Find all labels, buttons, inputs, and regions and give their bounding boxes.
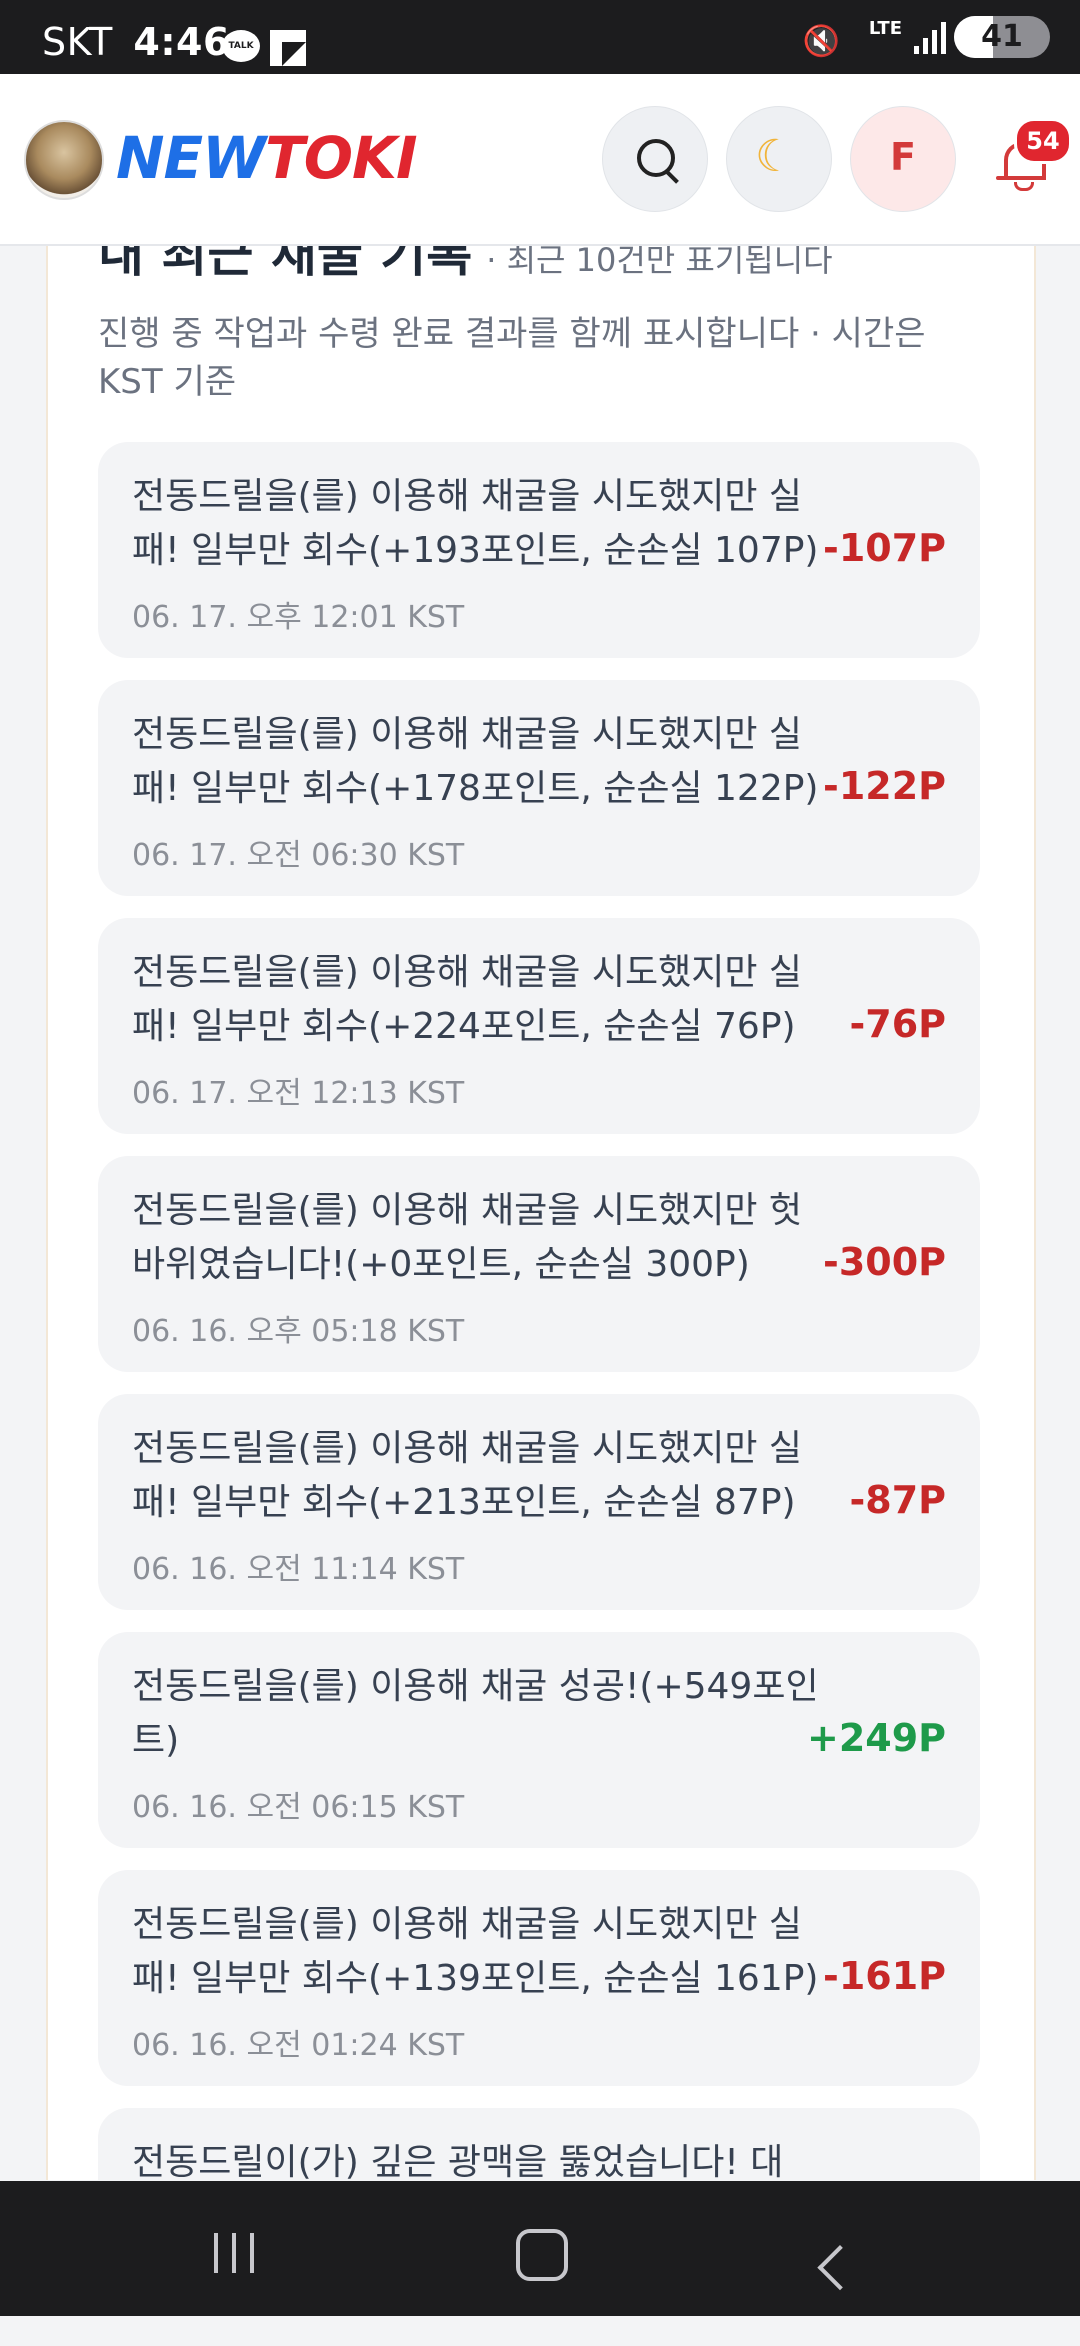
talk-icon: TALK (222, 30, 260, 62)
record-time: 06. 17. 오후 12:01 KST (132, 600, 465, 635)
record-time: 06. 16. 오전 06:15 KST (132, 1790, 465, 1825)
recent-apps-icon[interactable] (214, 2233, 258, 2273)
status-bar: SKT 4:46 TALK 🔇 LTE 41 (0, 0, 1080, 74)
record-item: 전동드릴을(를) 이용해 채굴을 시도했지만 실패! 일부만 회수(+178포인… (98, 680, 980, 896)
battery-icon: 41 (954, 16, 1050, 58)
carrier: SKT (42, 20, 113, 64)
record-message: 전동드릴을(를) 이용해 채굴을 시도했지만 실패! 일부만 회수(+213포인… (132, 1428, 803, 1523)
record-amount: -87P (849, 1478, 946, 1522)
record-amount: +249P (806, 1716, 946, 1760)
section-note: · 최근 10건만 표기됩니다 (486, 241, 833, 279)
record-message: 전동드릴을(를) 이용해 채굴 성공!(+549포인트) (132, 1666, 819, 1761)
site-logo[interactable]: NEWTOKI (116, 124, 418, 192)
logo-toki-text: TOKI (265, 124, 417, 192)
record-amount: -300P (823, 1240, 946, 1284)
dark-mode-button[interactable]: ☾ (726, 106, 832, 212)
user-initial: F (890, 135, 916, 179)
lte-icon: LTE (868, 18, 902, 39)
record-item: 전동드릴을(를) 이용해 채굴을 시도했지만 실패! 일부만 회수(+193포인… (98, 442, 980, 658)
battery-level: 41 (981, 19, 1023, 54)
search-icon (637, 139, 675, 177)
search-button[interactable] (602, 106, 708, 212)
record-message: 전동드릴을(를) 이용해 채굴을 시도했지만 헛바위였습니다!(+0포인트, 순… (132, 1190, 803, 1285)
record-item: 전동드릴을(를) 이용해 채굴을 시도했지만 헛바위였습니다!(+0포인트, 순… (98, 1156, 980, 1372)
record-item: 전동드릴을(를) 이용해 채굴을 시도했지만 실패! 일부만 회수(+224포인… (98, 918, 980, 1134)
record-amount: -76P (849, 1002, 946, 1046)
record-item: 전동드릴을(를) 이용해 채굴을 시도했지만 실패! 일부만 회수(+139포인… (98, 1870, 980, 2086)
record-amount: -122P (823, 764, 946, 808)
mute-icon: 🔇 (802, 24, 840, 59)
logo-new-text: NEW (116, 124, 266, 192)
record-time: 06. 17. 오전 06:30 KST (132, 838, 465, 873)
record-item: 전동드릴을(를) 이용해 채굴 성공!(+549포인트) 06. 16. 오전 … (98, 1632, 980, 1848)
moon-icon: ☾ (755, 131, 795, 182)
record-message: 전동드릴을(를) 이용해 채굴을 시도했지만 실패! 일부만 회수(+139포인… (132, 1904, 819, 1999)
signal-icon (914, 22, 950, 54)
record-message: 전동드릴을(를) 이용해 채굴을 시도했지만 실패! 일부만 회수(+193포인… (132, 476, 819, 571)
mining-record-list: 전동드릴을(를) 이용해 채굴을 시도했지만 실패! 일부만 회수(+193포인… (98, 442, 980, 2346)
notification-badge: 54 (1014, 118, 1072, 164)
home-icon[interactable] (516, 2229, 568, 2281)
clock: 4:46 (133, 20, 230, 64)
back-icon[interactable] (817, 2245, 863, 2291)
section-description: 진행 중 작업과 수령 완료 결과를 함께 표시합니다 · 시간은 KST 기준 (98, 314, 926, 402)
record-message: 전동드릴을(를) 이용해 채굴을 시도했지만 실패! 일부만 회수(+178포인… (132, 714, 819, 809)
record-time: 06. 16. 오전 11:14 KST (132, 1552, 465, 1587)
status-left: SKT 4:46 (42, 20, 230, 64)
record-amount: -161P (823, 1954, 946, 1998)
note-icon (270, 30, 306, 66)
record-amount: -107P (823, 526, 946, 570)
user-menu-button[interactable]: F (850, 106, 956, 212)
record-item: 전동드릴을(를) 이용해 채굴을 시도했지만 실패! 일부만 회수(+213포인… (98, 1394, 980, 1610)
record-time: 06. 17. 오전 12:13 KST (132, 1076, 465, 1111)
record-message: 전동드릴을(를) 이용해 채굴을 시도했지만 실패! 일부만 회수(+224포인… (132, 952, 803, 1047)
system-navigation-bar (0, 2181, 1080, 2316)
site-avatar[interactable] (24, 120, 104, 200)
record-time: 06. 16. 오전 01:24 KST (132, 2028, 465, 2063)
record-time: 06. 16. 오후 05:18 KST (132, 1314, 465, 1349)
app-header: NEWTOKI ☾ F 54 (0, 74, 1080, 246)
